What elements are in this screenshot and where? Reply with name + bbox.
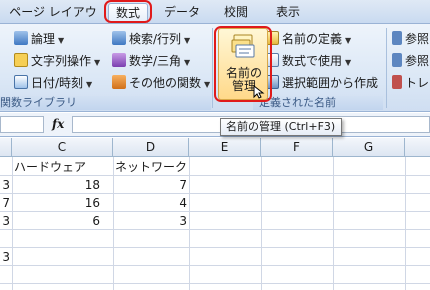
formula-bar: fx xyxy=(0,113,430,137)
grid-line xyxy=(405,157,406,290)
math-book-icon xyxy=(112,53,126,67)
grid-line xyxy=(333,157,334,290)
chevron-down-icon: ▼ xyxy=(184,58,191,67)
grid-line xyxy=(261,157,262,290)
math-trig-label: 数学/三角 xyxy=(129,54,182,68)
grid-line xyxy=(189,157,190,290)
name-manager-tooltip: 名前の管理 (Ctrl+F3) xyxy=(220,118,342,136)
column-header-partial[interactable] xyxy=(405,138,430,157)
cell-b-partial[interactable]: 7 xyxy=(0,194,10,212)
remove-arrows-icon xyxy=(392,75,402,89)
date-time-label: 日付/時刻 xyxy=(31,76,84,90)
name-manager-highlight xyxy=(214,26,272,102)
trace-precedents-button[interactable]: 参照 xyxy=(392,30,429,49)
formula-auditing-group: 参照 参照 トレ xyxy=(388,24,430,112)
cell-b-partial[interactable]: 3 xyxy=(0,248,10,266)
chevron-down-icon: ▼ xyxy=(204,80,211,89)
chevron-down-icon: ▼ xyxy=(94,58,101,67)
lookup-reference-label: 検索/行列 xyxy=(129,32,182,46)
math-trig-button[interactable]: 数学/三角 ▼ xyxy=(112,52,190,71)
grid-line xyxy=(0,283,430,284)
insert-function-icon[interactable]: fx xyxy=(52,117,64,131)
cell-d-value[interactable]: 4 xyxy=(113,194,187,212)
cell-b-partial[interactable]: 3 xyxy=(0,176,10,194)
cell-d-value[interactable]: 3 xyxy=(113,212,187,230)
tab-data[interactable]: データ xyxy=(162,3,202,23)
create-from-selection-button[interactable]: 選択範囲から作成 xyxy=(265,74,378,93)
chevron-down-icon: ▼ xyxy=(184,36,191,45)
function-library-label: 関数ライブラリ xyxy=(0,96,211,110)
trace-dependents-label: 参照 xyxy=(405,54,430,68)
cell-d-value[interactable]: 7 xyxy=(113,176,187,194)
use-in-formula-label: 数式で使用 xyxy=(282,54,343,68)
text-functions-button[interactable]: 文字列操作 ▼ xyxy=(14,52,100,71)
column-header-f[interactable]: F xyxy=(261,138,333,157)
defined-names-label: 定義された名前 xyxy=(253,96,383,110)
more-functions-label: その他の関数 xyxy=(129,76,202,90)
grid-line xyxy=(0,247,430,248)
cell-c-value[interactable]: 18 xyxy=(12,176,100,194)
logical-label: 論理 xyxy=(31,32,56,46)
cell-c-header[interactable]: ハードウェア xyxy=(14,158,86,176)
group-divider xyxy=(386,28,387,108)
magnifier-book-icon xyxy=(112,31,126,45)
more-functions-icon xyxy=(112,75,126,89)
cell-d-header[interactable]: ネットワーク xyxy=(115,158,187,176)
lookup-reference-button[interactable]: 検索/行列 ▼ xyxy=(112,30,190,49)
trace-arrow-icon xyxy=(392,53,402,67)
grid-line xyxy=(0,265,430,266)
chevron-down-icon: ▼ xyxy=(58,36,65,45)
cell-c-value[interactable]: 6 xyxy=(12,212,100,230)
column-header-partial[interactable] xyxy=(0,138,12,157)
tab-page-layout[interactable]: ページ レイアウト xyxy=(4,3,102,37)
chevron-down-icon: ▼ xyxy=(345,36,352,45)
chevron-down-icon: ▼ xyxy=(86,80,93,89)
column-header-c[interactable]: C xyxy=(12,138,113,157)
trace-arrow-icon xyxy=(392,31,402,45)
logical-button[interactable]: 論理 ▼ xyxy=(14,30,64,49)
formulas-tab-highlight xyxy=(104,0,152,23)
tab-review[interactable]: 校閲 xyxy=(218,3,254,23)
define-name-button[interactable]: 名前の定義 ▼ xyxy=(265,30,351,49)
column-header-d[interactable]: D xyxy=(113,138,189,157)
ribbon-tab-bar: ページ レイアウト 数式 データ 校閲 表示 xyxy=(0,0,430,37)
name-box[interactable] xyxy=(0,116,44,133)
date-time-button[interactable]: 日付/時刻 ▼ xyxy=(14,74,92,93)
define-name-label: 名前の定義 xyxy=(282,32,343,46)
chevron-down-icon: ▼ xyxy=(345,58,352,67)
text-a-icon xyxy=(14,53,28,67)
column-header-e[interactable]: E xyxy=(189,138,261,157)
trace-dependents-button[interactable]: 参照 xyxy=(392,52,429,71)
calendar-icon xyxy=(14,75,28,89)
column-header-g[interactable]: G xyxy=(333,138,405,157)
remove-arrows-label: トレ xyxy=(405,76,430,90)
book-icon xyxy=(14,31,28,45)
trace-precedents-label: 参照 xyxy=(405,32,430,46)
cell-b-partial[interactable]: 3 xyxy=(0,212,10,230)
more-functions-button[interactable]: その他の関数 ▼ xyxy=(112,74,210,93)
use-in-formula-button[interactable]: 数式で使用 ▼ xyxy=(265,52,351,71)
text-functions-label: 文字列操作 xyxy=(31,54,92,68)
tab-view[interactable]: 表示 xyxy=(270,3,306,23)
create-from-selection-label: 選択範囲から作成 xyxy=(282,76,379,90)
remove-arrows-button[interactable]: トレ xyxy=(392,74,429,93)
cell-c-value[interactable]: 16 xyxy=(12,194,100,212)
function-library-group: 論理 ▼ 文字列操作 ▼ 日付/時刻 ▼ 検索/行列 ▼ 数学/三角 ▼ その他の関数 ▼ … xyxy=(0,24,212,112)
